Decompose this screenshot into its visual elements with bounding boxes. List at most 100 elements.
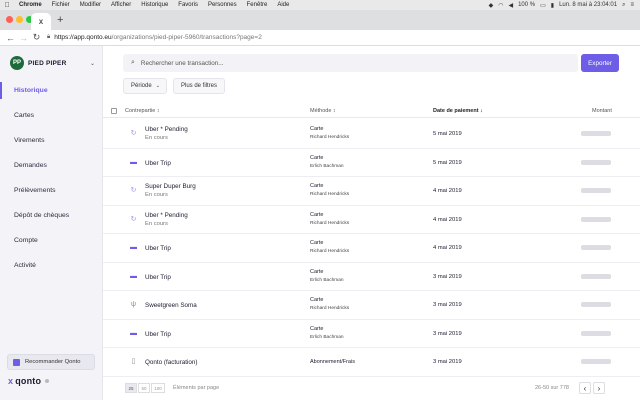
forward-button[interactable]: → [17,33,30,43]
sidebar-item-demandes[interactable]: Demandes [0,153,103,178]
url-host: https://app.qonto.eu [54,34,112,41]
payment-method: Abonnement/Frais [310,359,355,365]
sidebar-item-compte[interactable]: Compte [0,228,103,253]
header-date[interactable]: Date de paiement ↓ [433,108,483,114]
card-holder: Richard Hendricks [310,220,350,226]
amount-blurred [581,245,611,250]
battery-icon[interactable]: ▭ [540,2,546,9]
payment-method: Carte [310,240,324,246]
payment-date: 4 mai 2019 [433,245,462,251]
header-amount[interactable]: Montant [592,108,612,114]
dropbox-icon[interactable]: ◆ [489,2,494,9]
close-window-button[interactable] [6,16,13,23]
sidebar-item-prelevements[interactable]: Prélèvements [0,178,103,203]
search-input[interactable]: ⌕ Rechercher une transaction... [123,54,578,72]
transaction-status: En cours [145,135,168,141]
next-page-button[interactable]: › [593,382,605,394]
payment-date: 3 mai 2019 [433,302,462,308]
payment-date: 3 mai 2019 [433,330,462,337]
table-row[interactable]: ↻ Uber * Pending En cours Carte Richard Hend… [103,120,640,149]
menu-afficher[interactable]: Afficher [106,2,136,8]
menu-historique[interactable]: Historique [136,2,173,8]
menu-aide[interactable]: Aide [272,2,294,8]
per-page-50-button[interactable]: 50 [138,383,150,393]
table-row[interactable]: ↻ Uber * Pending En cours Carte Richard Hend… [103,206,640,234]
counterparty-name: Super Duper Burg [145,183,196,190]
amount-blurred [581,159,611,165]
flag-icon[interactable]: ▮ [551,2,554,9]
status-dot-icon [45,379,50,383]
org-switcher[interactable]: PP PIED PIPER ⌄ [10,56,95,70]
payment-method: Carte [310,154,324,161]
url-input[interactable]: 🔒︎ https://app.qonto.eu/organizations/pi… [47,32,630,44]
sidebar-item-cartes[interactable]: Cartes [0,103,103,128]
sidebar-item-depot-cheques[interactable]: Dépôt de chèques [0,203,103,228]
per-page-25-button[interactable]: 25 [125,383,137,393]
per-page-label: Éléments par page [173,385,220,391]
table-row[interactable]: ▯ Qonto (facturation) Abonnement/Frais 3 ma… [103,348,640,377]
org-name: PIED PIPER [28,59,67,67]
minimize-window-button[interactable] [16,16,23,23]
volume-icon[interactable]: ◀ [508,2,513,9]
table-row[interactable]: ▬ Uber Trip Carte Erlich Bachman 5 mai 2019 [103,149,640,177]
card-holder: Erlich Bachman [310,163,344,169]
reload-button[interactable]: ↻ [30,32,43,43]
chevron-down-icon: ⌄ [155,83,160,89]
sidebar-item-activite[interactable]: Activité [0,253,103,278]
chevron-down-icon: ⌄ [89,60,95,67]
menu-favoris[interactable]: Favoris [173,2,203,8]
counterparty-name: Uber Trip [145,245,171,252]
clock-text[interactable]: Lun. 8 mai à 23:04:01 [559,2,617,8]
menu-personnes[interactable]: Personnes [203,2,242,8]
org-logo-icon: PP [10,56,24,70]
car-icon: ▬ [130,158,137,166]
amount-blurred [581,188,611,193]
card-holder: Richard Hendricks [310,249,350,254]
more-filters-button[interactable]: Plus de filtres [173,78,225,94]
select-all-checkbox[interactable] [111,108,117,114]
card-holder: Richard Hendricks [310,135,350,140]
url-path: /organizations/pied-piper-5960/transacti… [111,34,262,41]
table-row[interactable]: ▬ Uber Trip Carte Erlich Bachman 3 mai 2019 [103,320,640,348]
menu-modifier[interactable]: Modifier [75,2,106,8]
new-tab-button[interactable]: + [57,14,63,26]
pagination-range: 26-50 sur 778 [535,385,569,391]
export-button[interactable]: Exporter [581,54,619,72]
period-filter-button[interactable]: Période ⌄ [123,78,167,94]
transaction-status: En cours [145,192,168,198]
counterparty-name: Uber Trip [145,159,171,167]
sidebar-item-virements[interactable]: Virements [0,128,103,153]
table-row[interactable]: ▬ Uber Trip Carte Erlich Bachman 3 mai 2019 [103,263,640,291]
notification-icon[interactable]: ≡ [630,2,634,8]
table-row[interactable]: ↻ Super Duper Burg En cours Carte Richard He… [103,177,640,206]
recommend-button[interactable]: Recommander Qonto [7,354,95,370]
wifi-icon[interactable]: ◠ [498,2,503,9]
card-holder: Erlich Bachman [310,277,344,283]
header-method[interactable]: Méthode ↕ [310,108,336,114]
battery-text[interactable]: 100 % [518,2,535,8]
menu-fichier[interactable]: Fichier [47,2,75,8]
table-row[interactable]: ▬ Uber Trip Carte Richard Hendricks 4 mai 20… [103,234,640,263]
amount-blurred [581,330,611,336]
amount-blurred [581,131,611,136]
menu-chrome[interactable]: Chrome [14,2,47,8]
per-page-100-button[interactable]: 100 [151,383,165,393]
qonto-favicon-icon: x [38,17,44,26]
browser-tab-qonto[interactable]: x [31,13,51,30]
menu-fenetre[interactable]: Fenêtre [242,2,273,8]
sidebar-nav: Historique Cartes Virements Demandes Pré… [0,78,103,278]
back-button[interactable]: ← [4,33,17,43]
amount-blurred [581,216,611,222]
payment-method: Carte [310,211,324,218]
food-icon: ψ [131,301,136,308]
sidebar-item-historique[interactable]: Historique [0,78,103,103]
table-row[interactable]: ψ Sweetgreen Soma Carte Richard Hendricks 3 … [103,291,640,320]
spotlight-icon[interactable]: ⌕ [622,2,625,9]
counterparty-name: Uber * Pending [145,126,188,133]
amount-blurred [581,359,611,364]
gift-icon [13,358,20,366]
payment-method: Carte [310,297,324,303]
previous-page-button[interactable]: ‹ [579,382,591,394]
apple-icon[interactable]:  [0,2,14,9]
header-counterparty[interactable]: Contrepartie ↕ [125,108,160,114]
